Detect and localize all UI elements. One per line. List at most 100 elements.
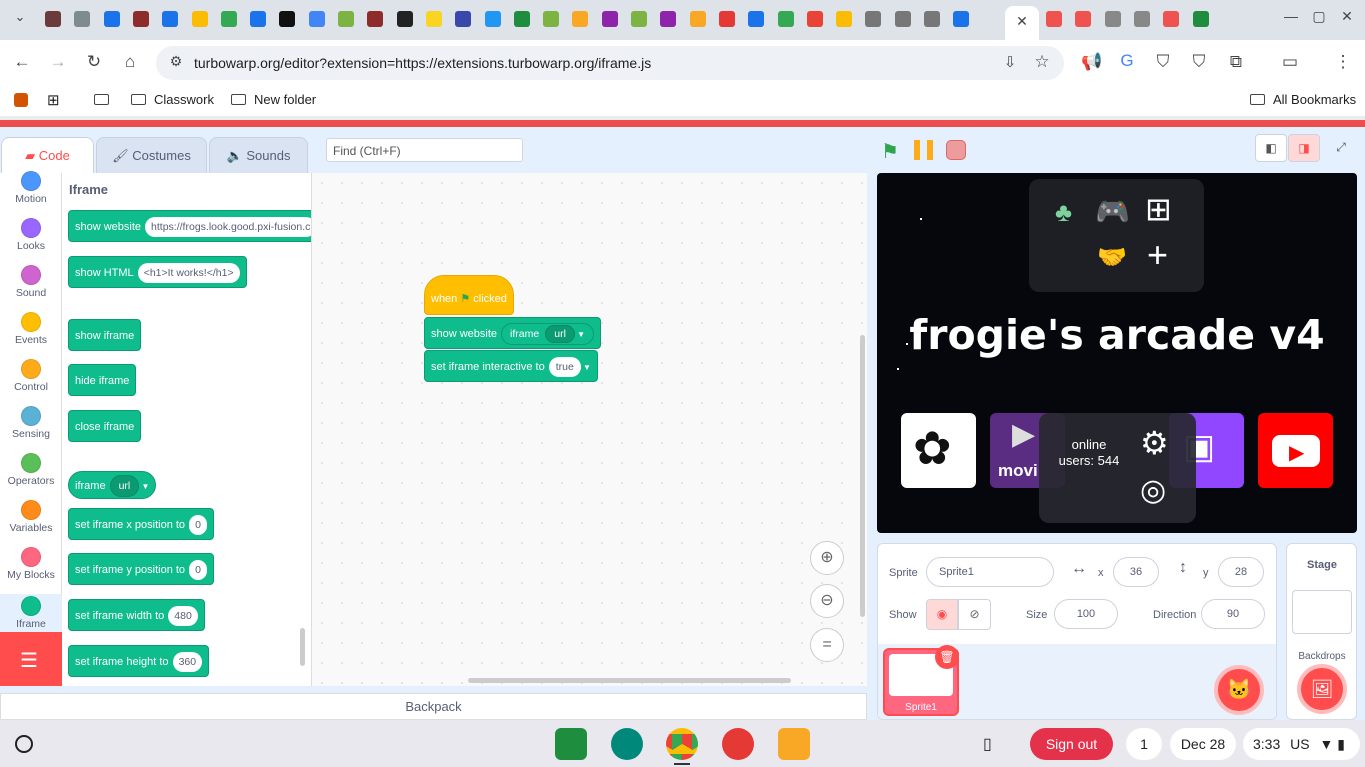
- slides-app-icon[interactable]: [611, 728, 643, 760]
- sign-out-button[interactable]: Sign out: [1030, 728, 1113, 760]
- handshake-icon[interactable]: 🤝: [1097, 243, 1127, 272]
- date-tray[interactable]: Dec 28: [1170, 728, 1236, 760]
- browser-tab[interactable]: [894, 11, 911, 27]
- youtube-tile[interactable]: ▶: [1258, 413, 1333, 488]
- browser-tab[interactable]: [777, 11, 794, 27]
- apps-grid-icon[interactable]: ⊞: [47, 91, 60, 109]
- active-tab[interactable]: ✕: [1005, 6, 1039, 40]
- tab-search-icon[interactable]: ⌄: [8, 9, 32, 25]
- settings-gear-icon[interactable]: ⚙: [1140, 427, 1169, 459]
- browser-tab[interactable]: [1104, 11, 1121, 27]
- back-icon[interactable]: ←: [10, 52, 34, 72]
- show-visible-button[interactable]: ◉: [926, 599, 958, 630]
- bookmark-folder-icon[interactable]: [94, 92, 117, 107]
- browser-tab[interactable]: [543, 11, 560, 27]
- forward-icon[interactable]: →: [46, 52, 70, 72]
- block-set-y[interactable]: set iframe y position to 0: [68, 553, 214, 585]
- find-input[interactable]: Find (Ctrl+F): [326, 138, 523, 162]
- category-sensing[interactable]: Sensing: [0, 406, 62, 440]
- stop-icon[interactable]: [946, 140, 966, 160]
- home-icon[interactable]: ⌂: [118, 52, 142, 72]
- block-show-html[interactable]: show HTML <h1>It works!</h1>: [68, 256, 247, 288]
- category-control[interactable]: Control: [0, 359, 62, 393]
- extensions-puzzle-icon[interactable]: ⧉: [1224, 52, 1248, 72]
- account-icon[interactable]: ◎: [1140, 476, 1166, 506]
- grid-icon[interactable]: ⊞: [1145, 193, 1172, 225]
- extension-shield-icon[interactable]: ⛉: [1151, 52, 1175, 72]
- stage-target-pane[interactable]: Stage Backdrops 🖼: [1286, 543, 1357, 720]
- close-tab-icon[interactable]: ✕: [1010, 13, 1034, 30]
- x-field[interactable]: 36: [1113, 557, 1159, 587]
- cast-icon[interactable]: ▭: [1278, 52, 1302, 72]
- browser-tab[interactable]: [338, 11, 354, 27]
- browser-tab[interactable]: [396, 11, 413, 27]
- small-stage-button[interactable]: ◧: [1255, 134, 1287, 162]
- browser-tab[interactable]: [631, 11, 647, 27]
- add-extension-button[interactable]: ☰: [0, 632, 62, 686]
- y-field[interactable]: 28: [1218, 557, 1264, 587]
- menu-icon[interactable]: ⋮: [1331, 52, 1355, 72]
- hat-when-flag-clicked[interactable]: when ⚑ clicked: [424, 275, 514, 315]
- fullscreen-button[interactable]: ⤢: [1325, 134, 1357, 162]
- browser-tab[interactable]: [924, 11, 940, 27]
- browser-tab[interactable]: [1192, 11, 1209, 27]
- canva-app-icon[interactable]: [778, 728, 810, 760]
- normal-stage-button[interactable]: ◨: [1288, 134, 1320, 162]
- show-hidden-button[interactable]: ⊘: [958, 599, 991, 630]
- browser-tab[interactable]: [865, 11, 882, 27]
- bookmark-new-folder[interactable]: New folder: [231, 92, 316, 107]
- classroom-app-icon[interactable]: [555, 728, 587, 760]
- site-info-icon[interactable]: ⚙: [164, 53, 188, 70]
- phone-hub-icon[interactable]: ▯: [983, 734, 992, 754]
- launcher-icon[interactable]: [15, 735, 33, 753]
- category-my-blocks[interactable]: My Blocks: [0, 547, 62, 581]
- delete-sprite-icon[interactable]: 🗑: [935, 645, 959, 669]
- script-set-interactive[interactable]: set iframe interactive to true ▼: [424, 350, 598, 382]
- zoom-reset-button[interactable]: =: [810, 628, 844, 662]
- tab-costumes[interactable]: 🖌 Costumes: [96, 137, 207, 173]
- script-workspace[interactable]: when ⚑ clicked show website iframe url ▼ s…: [312, 173, 867, 686]
- all-bookmarks[interactable]: All Bookmarks: [1250, 92, 1356, 107]
- browser-tab[interactable]: [1163, 11, 1180, 27]
- bookmark-app-icon[interactable]: [14, 93, 28, 107]
- browser-tab[interactable]: [513, 11, 530, 27]
- category-sound[interactable]: Sound: [0, 265, 62, 299]
- frog-icon[interactable]: ♣: [1055, 197, 1072, 228]
- category-variables[interactable]: Variables: [0, 500, 62, 534]
- browser-tab[interactable]: [455, 11, 472, 27]
- gamepad-icon[interactable]: 🎮: [1095, 195, 1130, 228]
- browser-tab[interactable]: [601, 11, 618, 27]
- browser-tab[interactable]: [45, 11, 61, 27]
- direction-field[interactable]: 90: [1201, 599, 1265, 629]
- paint-app-icon[interactable]: [722, 728, 754, 760]
- block-hide-iframe[interactable]: hide iframe: [68, 364, 137, 396]
- category-events[interactable]: Events: [0, 312, 62, 346]
- category-motion[interactable]: Motion: [0, 171, 62, 205]
- browser-tab[interactable]: [74, 11, 91, 27]
- chrome-app-icon[interactable]: [666, 728, 698, 760]
- close-window-icon[interactable]: ✕: [1335, 8, 1359, 25]
- browser-tab[interactable]: [425, 11, 442, 27]
- browser-tab[interactable]: [718, 11, 735, 27]
- pause-icon[interactable]: [914, 140, 920, 160]
- browser-tab[interactable]: [660, 11, 677, 27]
- block-set-width[interactable]: set iframe width to 480: [68, 599, 205, 631]
- backpack[interactable]: Backpack: [0, 693, 867, 720]
- green-flag-icon[interactable]: ⚑: [881, 139, 899, 164]
- tab-code[interactable]: ▰ Code: [1, 137, 94, 173]
- block-show-website[interactable]: show website https://frogs.look.good.pxi-…: [68, 210, 311, 242]
- browser-tab[interactable]: [836, 11, 853, 27]
- add-backdrop-button[interactable]: 🖼: [1297, 664, 1347, 714]
- category-looks[interactable]: Looks: [0, 218, 62, 252]
- extension-megaphone-icon[interactable]: 📢: [1080, 52, 1104, 72]
- size-field[interactable]: 100: [1054, 599, 1118, 629]
- address-bar[interactable]: ⚙ turbowarp.org/editor?extension=https:/…: [156, 46, 1064, 80]
- reload-icon[interactable]: ↻: [82, 52, 106, 72]
- browser-tab[interactable]: [953, 11, 970, 27]
- browser-tab[interactable]: [572, 11, 589, 27]
- browser-tab[interactable]: [162, 11, 179, 27]
- zoom-in-button[interactable]: ⊕: [810, 541, 844, 575]
- minimize-icon[interactable]: —: [1279, 8, 1303, 24]
- browser-tab[interactable]: [1046, 11, 1062, 27]
- browser-tab[interactable]: [279, 11, 296, 27]
